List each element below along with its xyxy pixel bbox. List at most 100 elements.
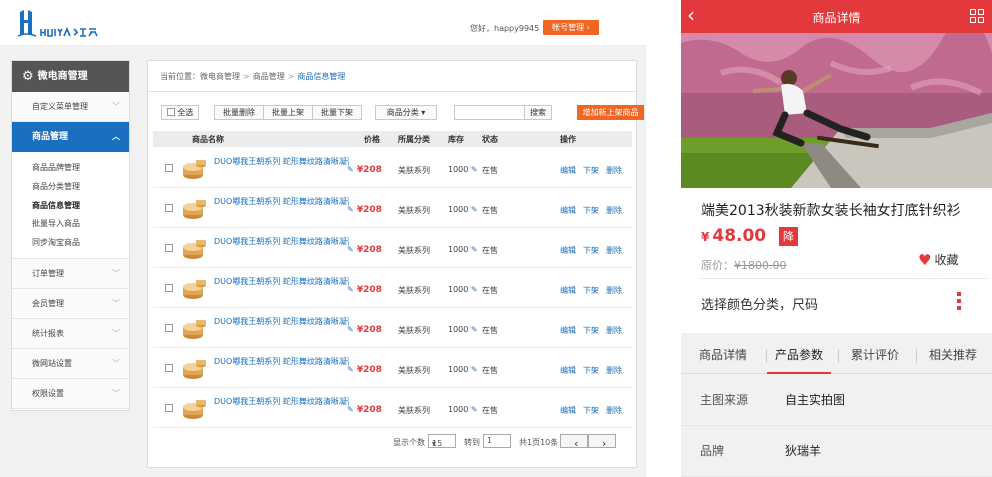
edit-link[interactable]: 编辑 (560, 205, 576, 216)
product-name-link[interactable]: DUO嘟我王朝系列 蛇形舞纹路清晰凝膏 (214, 236, 349, 247)
goto-page-input[interactable]: 1 (483, 434, 511, 448)
submenu-product-info[interactable]: 商品信息管理 (32, 197, 129, 216)
sidebar-item-custom-menu[interactable]: 自定义菜单管理 ﹀ (12, 92, 129, 122)
option-selector[interactable]: 选择颜色分类，尺码 (701, 294, 818, 313)
delete-link[interactable]: 删除 (606, 245, 622, 256)
pencil-icon[interactable]: ✎ (471, 405, 478, 414)
account-manage-button[interactable]: 帐号管理 › (543, 20, 599, 35)
product-name-link[interactable]: DUO嘟我王朝系列 蛇形舞纹路清晰凝膏 (214, 396, 349, 407)
product-stock: 1000 ✎ (448, 285, 478, 294)
gear-icon: ⚙ (22, 69, 34, 84)
product-name-link[interactable]: DUO嘟我王朝系列 蛇形舞纹路清晰凝膏 (214, 276, 349, 287)
product-stock: 1000 ✎ (448, 325, 478, 334)
tab-related[interactable]: 相关推荐 (916, 341, 989, 374)
product-name-text: DUO嘟我王朝系列 蛇形舞纹路清晰凝膏 (214, 237, 349, 246)
product-name-link[interactable]: DUO嘟我王朝系列 蛇形舞纹路清晰凝膏 (214, 156, 349, 167)
sidebar-item-product-manage[interactable]: 商品管理 ︿ (12, 122, 129, 152)
edit-link[interactable]: 编辑 (560, 365, 576, 376)
row-checkbox[interactable] (165, 284, 173, 292)
delete-link[interactable]: 删除 (606, 165, 622, 176)
pencil-icon[interactable]: ✎ (347, 285, 354, 294)
tab-product-params[interactable]: 产品参数 (766, 341, 831, 374)
edit-link[interactable]: 编辑 (560, 325, 576, 336)
search-button[interactable]: 搜索 (524, 105, 552, 120)
delist-link[interactable]: 下架 (583, 365, 599, 376)
pencil-icon[interactable]: ✎ (347, 325, 354, 334)
grid-menu-icon[interactable] (970, 9, 984, 23)
sidebar-item-members[interactable]: 会员管理 ﹀ (12, 288, 129, 319)
product-name-link[interactable]: DUO嘟我王朝系列 蛇形舞纹路清晰凝膏 (214, 316, 349, 327)
pencil-icon[interactable]: ✎ (347, 205, 354, 214)
divider (148, 91, 636, 92)
add-product-button[interactable]: 增加新上架商品 (577, 105, 644, 120)
delete-link[interactable]: 删除 (606, 325, 622, 336)
row-checkbox[interactable] (165, 204, 173, 212)
delete-link[interactable]: 删除 (606, 205, 622, 216)
row-checkbox[interactable] (165, 164, 173, 172)
page-size-select[interactable]: 15 ▾ (428, 434, 456, 448)
tab-label: 商品详情 (698, 348, 747, 362)
pencil-icon[interactable]: ✎ (347, 405, 354, 414)
row-checkbox[interactable] (165, 324, 173, 332)
admin-sidebar: ⚙ 微电商管理 自定义菜单管理 ﹀ 商品管理 ︿ 商品品牌管理 商品分类管理 商品信息… (11, 60, 130, 411)
product-name-link[interactable]: DUO嘟我王朝系列 蛇形舞纹路清晰凝膏 (214, 356, 349, 367)
pencil-icon[interactable]: ✎ (347, 365, 354, 374)
account-button-label: 帐号管理 (552, 23, 585, 32)
delete-link[interactable]: 删除 (606, 405, 622, 416)
row-checkbox[interactable] (165, 364, 173, 372)
row-checkbox[interactable] (165, 244, 173, 252)
sidebar-item-orders[interactable]: 订单管理 ﹀ (12, 258, 129, 289)
favorite-button[interactable]: ♥ 收藏 (918, 251, 958, 269)
checkbox[interactable] (166, 108, 175, 116)
sidebar-item-permissions[interactable]: 权限设置 ﹀ (12, 378, 129, 409)
pencil-icon[interactable]: ✎ (347, 165, 354, 174)
batch-delete-button[interactable]: 批量删除 (214, 105, 264, 120)
pencil-icon[interactable]: ✎ (471, 205, 478, 214)
sidebar-item-reports[interactable]: 统计报表 ﹀ (12, 318, 129, 349)
pencil-icon[interactable]: ✎ (471, 165, 478, 174)
product-name-link[interactable]: DUO嘟我王朝系列 蛇形舞纹路清晰凝膏 (214, 196, 349, 207)
category-select[interactable]: 商品分类 ▾ (375, 105, 437, 120)
sidebar-item-site-settings[interactable]: 微网站设置 ﹀ (12, 348, 129, 379)
batch-delist-button[interactable]: 批量下架 (312, 105, 362, 120)
pagination: 显示个数 15 ▾ 转到 1 共1页10条 ‹ › (393, 434, 628, 450)
delist-link[interactable]: 下架 (583, 205, 599, 216)
col-price: 价格 (364, 135, 380, 144)
delist-link[interactable]: 下架 (583, 245, 599, 256)
favorite-label: 收藏 (934, 253, 959, 267)
next-page-button[interactable]: › (588, 434, 616, 449)
edit-link[interactable]: 编辑 (560, 245, 576, 256)
delist-link[interactable]: 下架 (583, 285, 599, 296)
edit-link[interactable]: 编辑 (560, 405, 576, 416)
col-name: 商品名称 (192, 135, 224, 144)
breadcrumb-mid[interactable]: 商品管理 (253, 72, 285, 81)
delist-link[interactable]: 下架 (583, 405, 599, 416)
submenu-sync-taobao[interactable]: 同步淘宝商品 (32, 234, 129, 253)
submenu-brand[interactable]: 商品品牌管理 (32, 159, 129, 178)
pencil-icon[interactable]: ✎ (471, 325, 478, 334)
pencil-icon[interactable]: ✎ (471, 365, 478, 374)
delete-link[interactable]: 删除 (606, 285, 622, 296)
delete-link[interactable]: 删除 (606, 365, 622, 376)
delist-link[interactable]: 下架 (583, 325, 599, 336)
sidebar-item-label: 商品管理 (32, 132, 69, 142)
pencil-icon[interactable]: ✎ (471, 245, 478, 254)
stock-value: 1000 (448, 405, 469, 414)
product-price: ✎ ¥208 (347, 165, 382, 175)
submenu-category[interactable]: 商品分类管理 (32, 178, 129, 197)
edit-link[interactable]: 编辑 (560, 165, 576, 176)
more-vertical-icon[interactable] (957, 292, 963, 313)
edit-link[interactable]: 编辑 (560, 285, 576, 296)
delist-link[interactable]: 下架 (583, 165, 599, 176)
batch-list-button[interactable]: 批量上架 (263, 105, 313, 120)
stock-value: 1000 (448, 245, 469, 254)
pencil-icon[interactable]: ✎ (471, 285, 478, 294)
select-all-button[interactable]: 全选 (161, 105, 199, 120)
tab-reviews[interactable]: 累计评价 (838, 341, 911, 374)
tab-product-detail[interactable]: 商品详情 (687, 341, 759, 374)
submenu-batch-import[interactable]: 批量导入商品 (32, 215, 129, 234)
pencil-icon[interactable]: ✎ (347, 245, 354, 254)
prev-page-button[interactable]: ‹ (560, 434, 588, 449)
row-checkbox[interactable] (165, 404, 173, 412)
breadcrumb-root[interactable]: 当前位置：微电商管理 (160, 72, 240, 81)
